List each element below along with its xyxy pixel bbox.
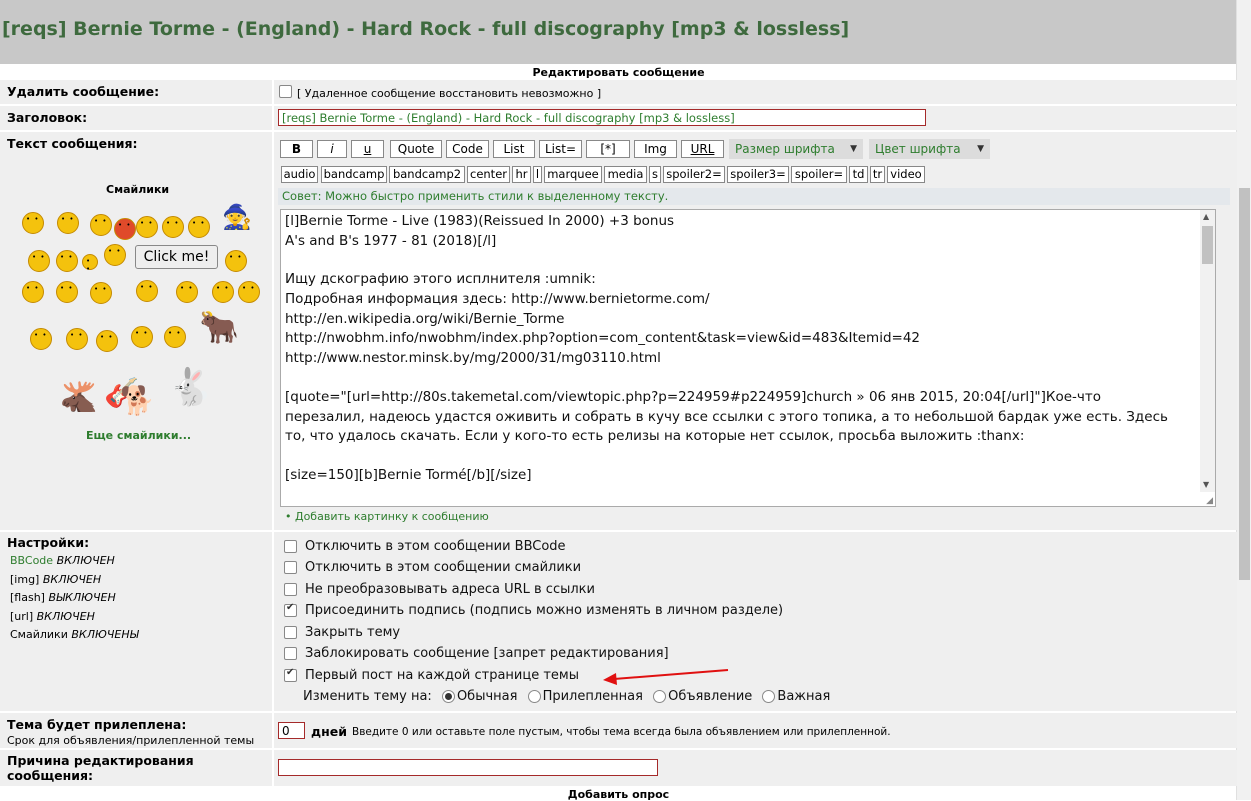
annotation-arrow-line — [613, 669, 729, 680]
topic-type-radio-important[interactable] — [762, 690, 776, 703]
sticky-label: Тема будет прилеплена: — [7, 717, 187, 732]
sticky-sublabel: Срок для объявления/прилепленной темы — [7, 734, 255, 747]
reason-label-line-2: сообщения: — [7, 768, 94, 783]
topic-type-radio-normal[interactable] — [441, 690, 455, 703]
topic-type-sticky-label[interactable]: Прилепленная — [543, 689, 643, 704]
sticky-days-unit: дней — [311, 724, 347, 739]
sticky-note: Введите 0 или оставьте поле пустым, чтоб… — [352, 726, 891, 738]
edit-reason-input[interactable] — [278, 759, 658, 776]
reason-label-line-1: Причина редактирования — [7, 753, 194, 768]
topic-type-radio-announcement[interactable] — [653, 690, 667, 703]
sticky-days-input[interactable]: 0 — [278, 722, 305, 739]
topic-type-important-label[interactable]: Важная — [777, 689, 830, 704]
change-topic-label: Изменить тему на: — [303, 689, 432, 704]
annotation-arrow-head — [603, 673, 617, 685]
topic-type-normal-label[interactable]: Обычная — [457, 689, 517, 704]
topic-type-radio-sticky[interactable] — [527, 690, 541, 703]
add-poll-heading: Добавить опрос — [567, 788, 670, 801]
annotation-arrow — [603, 669, 729, 685]
topic-type-announcement-label[interactable]: Объявление — [668, 689, 752, 704]
change-topic-type: Изменить тему на: Обычная Прилепленная О… — [303, 689, 830, 704]
